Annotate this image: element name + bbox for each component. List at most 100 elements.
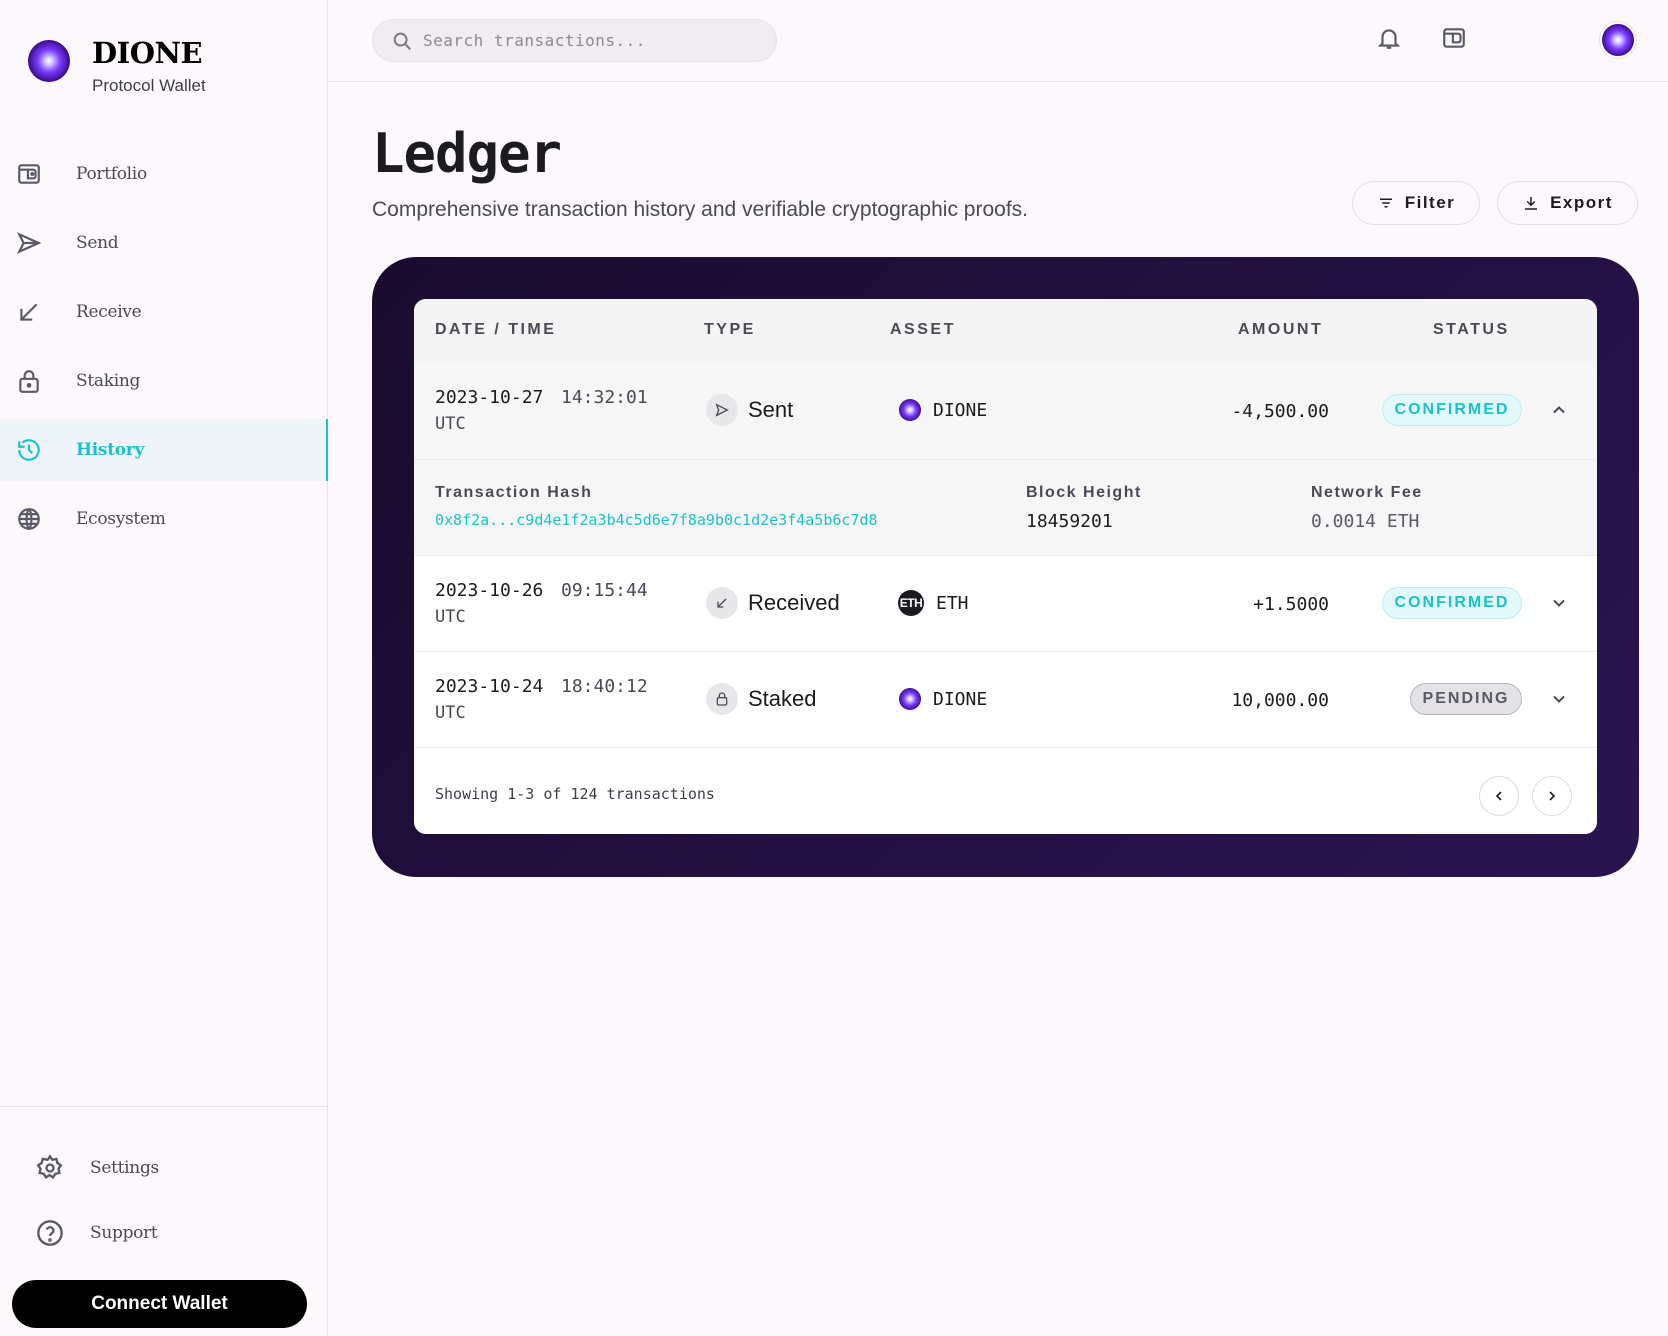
- network-fee-value: 0.0014 ETH: [1311, 511, 1420, 532]
- top-bar: [329, 0, 1668, 82]
- pagination-summary: Showing 1-3 of 124 transactions: [435, 785, 715, 803]
- avatar[interactable]: [1600, 22, 1636, 58]
- export-label: Export: [1550, 193, 1613, 212]
- header-amount: AMOUNT: [1238, 321, 1324, 338]
- row-date: 2023-10-24: [435, 676, 544, 697]
- table-row[interactable]: 2023-10-27 14:32:01 UTC Sent DIONE -4,50…: [414, 363, 1597, 556]
- search-input[interactable]: [423, 31, 763, 50]
- row-asset: DIONE: [899, 688, 987, 710]
- next-page-button[interactable]: [1532, 776, 1572, 816]
- filter-icon: [1379, 198, 1392, 208]
- sidebar-nav: Portfolio Send Receive Staking History E…: [0, 143, 328, 557]
- row-timezone: UTC: [435, 703, 466, 723]
- brand[interactable]: DIONE Protocol Wallet: [28, 36, 206, 96]
- row-asset: ETH ETH: [898, 590, 969, 616]
- row-time: 14:32:01: [561, 387, 648, 408]
- brand-name: DIONE: [92, 36, 203, 70]
- notifications-button[interactable]: [1373, 22, 1405, 54]
- type-label: Staked: [748, 686, 817, 711]
- sidebar-item-portfolio[interactable]: Portfolio: [0, 143, 328, 205]
- sidebar-item-label: Portfolio: [76, 164, 147, 184]
- chevron-down-icon: [1553, 599, 1565, 607]
- row-amount: +1.5000: [1253, 594, 1329, 615]
- status-badge: CONFIRMED: [1382, 394, 1522, 426]
- bell-icon: [1377, 29, 1401, 49]
- receive-icon: [20, 303, 38, 321]
- asset-name: ETH: [936, 592, 969, 614]
- history-icon: [18, 439, 40, 461]
- chevron-left-icon: [1495, 791, 1502, 801]
- page-title: Ledger: [372, 122, 562, 185]
- header-date: DATE / TIME: [435, 321, 557, 338]
- type-badge: [706, 394, 738, 426]
- search-bar[interactable]: [372, 19, 777, 62]
- filter-button[interactable]: Filter: [1352, 181, 1480, 225]
- sidebar-item-support[interactable]: Support: [0, 1202, 328, 1264]
- row-date: 2023-10-27: [435, 387, 544, 408]
- sidebar-item-label: Settings: [90, 1158, 159, 1178]
- table-header: DATE / TIME TYPE ASSET AMOUNT STATUS: [414, 299, 1597, 363]
- block-height-label: Block Height: [1026, 484, 1142, 501]
- chevron-right-icon: [1549, 791, 1556, 801]
- brand-logo-orb: [28, 40, 70, 82]
- row-amount: -4,500.00: [1231, 401, 1329, 422]
- detail-divider: [414, 459, 1597, 460]
- eth-token-icon: ETH: [898, 590, 924, 616]
- brand-subtitle: Protocol Wallet: [92, 76, 206, 95]
- sidebar-item-ecosystem[interactable]: Ecosystem: [0, 488, 328, 550]
- expand-row-button[interactable]: [1545, 589, 1573, 617]
- download-icon: [1525, 197, 1538, 210]
- wallet-icon: [18, 164, 40, 184]
- prev-page-button[interactable]: [1479, 776, 1519, 816]
- dione-token-icon: [899, 688, 921, 710]
- sidebar-item-label: Send: [76, 233, 119, 253]
- table-row[interactable]: 2023-10-26 09:15:44 UTC Received ETH ETH…: [414, 556, 1597, 652]
- block-height-value: 18459201: [1026, 511, 1113, 532]
- row-type: Staked: [706, 683, 817, 715]
- asset-name: DIONE: [933, 688, 988, 710]
- type-label: Sent: [748, 397, 794, 422]
- sidebar-item-label: Ecosystem: [76, 509, 166, 529]
- export-button[interactable]: Export: [1497, 181, 1638, 225]
- help-icon: [37, 1220, 63, 1246]
- transaction-hash-link[interactable]: 0x8f2a...c9d4e1f2a3b4c5d6e7f8a9b0c1d2e3f…: [435, 511, 878, 529]
- row-amount: 10,000.00: [1231, 690, 1329, 711]
- row-date: 2023-10-26: [435, 580, 544, 601]
- sidebar-item-label: Support: [90, 1223, 158, 1243]
- asset-name: DIONE: [933, 399, 988, 421]
- sidebar-item-label: History: [76, 440, 145, 460]
- page-subtitle: Comprehensive transaction history and ve…: [372, 198, 1028, 221]
- wallet-icon: [1443, 28, 1465, 48]
- collapse-row-button[interactable]: [1545, 396, 1573, 424]
- header-status: STATUS: [1433, 321, 1510, 338]
- table-footer: Showing 1-3 of 124 transactions: [414, 754, 1597, 834]
- row-timezone: UTC: [435, 607, 466, 627]
- lock-icon: [716, 692, 728, 706]
- header-type: TYPE: [704, 321, 756, 338]
- chevron-up-icon: [1553, 406, 1565, 414]
- sidebar-item-history[interactable]: History: [0, 419, 328, 481]
- ledger-table: DATE / TIME TYPE ASSET AMOUNT STATUS 202…: [414, 299, 1597, 834]
- sidebar-item-label: Receive: [76, 302, 142, 322]
- row-timezone: UTC: [435, 414, 466, 434]
- sidebar: DIONE Protocol Wallet Portfolio Send Rec…: [0, 0, 328, 1336]
- globe-icon: [18, 507, 40, 531]
- type-badge: [706, 587, 738, 619]
- network-fee-label: Network Fee: [1311, 484, 1423, 501]
- sidebar-item-receive[interactable]: Receive: [0, 281, 328, 343]
- table-row[interactable]: 2023-10-24 18:40:12 UTC Staked DIONE 10,…: [414, 652, 1597, 748]
- expand-row-button[interactable]: [1545, 685, 1573, 713]
- send-icon: [16, 232, 42, 254]
- dione-token-icon: [899, 399, 921, 421]
- sidebar-item-settings[interactable]: Settings: [0, 1137, 328, 1199]
- sidebar-item-staking[interactable]: Staking: [0, 350, 328, 412]
- status-badge: CONFIRMED: [1382, 587, 1522, 619]
- ledger-card: DATE / TIME TYPE ASSET AMOUNT STATUS 202…: [372, 257, 1639, 877]
- sidebar-item-label: Staking: [76, 371, 141, 391]
- brand-text: DIONE Protocol Wallet: [92, 36, 206, 96]
- connect-wallet-button[interactable]: Connect Wallet: [12, 1280, 307, 1328]
- wallet-button[interactable]: [1438, 22, 1470, 54]
- header-asset: ASSET: [890, 321, 956, 338]
- row-type: Sent: [706, 394, 793, 426]
- sidebar-item-send[interactable]: Send: [0, 212, 328, 274]
